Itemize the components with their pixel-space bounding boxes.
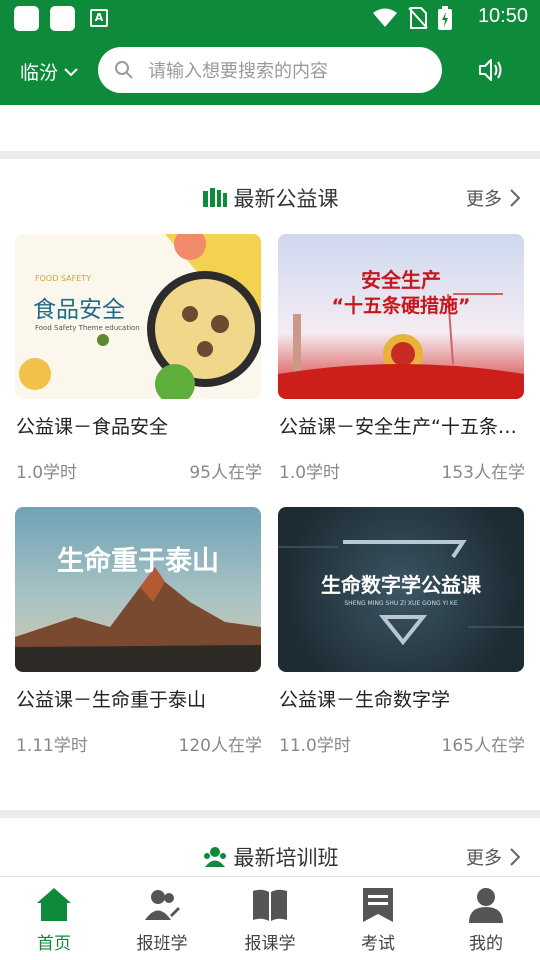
- course-title: 公益课－食品安全: [16, 416, 169, 438]
- nav-label: 考试: [361, 934, 395, 954]
- course-card[interactable]: FOOD SAFETY 食品安全 Food Safety Theme educa…: [15, 234, 262, 483]
- thumb-caption: FOOD SAFETY: [35, 274, 92, 283]
- user-icon: [469, 888, 503, 923]
- notification-a-icon: A: [90, 9, 108, 27]
- course-card[interactable]: 生命重于泰山 公益课－生命重于泰山 1.11学时 120人在学: [15, 507, 262, 756]
- course-title: 公益课－安全生产“十五条硬措施”: [279, 416, 525, 438]
- section-title: 最新培训班: [0, 842, 540, 872]
- thumb-caption: Food Safety Theme education: [35, 324, 140, 332]
- users-edit-icon: [145, 890, 180, 920]
- notification-icon: [14, 6, 39, 31]
- section-title: 最新公益课: [0, 183, 540, 213]
- app-screen: A 10:50 临汾 请输入想要搜索的内容 最新公益课 更多 FOOD SAFE…: [0, 0, 540, 960]
- thumb-title: 生命重于泰山: [57, 546, 219, 577]
- thumb-title: 食品安全: [33, 297, 125, 323]
- nav-label: 报班学: [136, 934, 188, 954]
- course-thumbnail: FOOD SAFETY 食品安全 Food Safety Theme educa…: [15, 234, 261, 399]
- course-learners: 153人在学: [441, 463, 525, 483]
- status-icons: [372, 6, 452, 30]
- chevron-right-icon: [510, 189, 520, 207]
- chevron-right-icon: [510, 848, 520, 866]
- nav-label: 我的: [469, 934, 503, 954]
- nav-enroll-course[interactable]: 报课学: [216, 877, 324, 960]
- course-card[interactable]: 生命数字学公益课 SHENG MING SHU ZI XUE GONG YI K…: [278, 507, 525, 756]
- course-card[interactable]: 安全生产 “十五条硬措施” 公益课－安全生产“十五条硬措施” 1.0学时 153…: [278, 234, 525, 483]
- course-meta: 1.0学时 95人在学: [16, 458, 262, 483]
- city-label: 临汾: [20, 62, 59, 84]
- course-thumbnail: 生命重于泰山: [15, 507, 261, 672]
- no-sim-icon: [408, 7, 428, 29]
- nav-exam[interactable]: 考试: [324, 877, 432, 960]
- section-header-training: 最新培训班 更多: [0, 836, 540, 876]
- search-icon: [115, 61, 133, 79]
- course-meta: 11.0学时 165人在学: [279, 731, 525, 756]
- course-learners: 120人在学: [178, 736, 262, 756]
- course-learners: 165人在学: [441, 736, 525, 756]
- group-icon: [203, 847, 226, 867]
- course-hours: 1.0学时: [16, 463, 78, 483]
- thumb-title: 生命数字学公益课: [321, 573, 481, 597]
- notification-icon: [50, 6, 75, 31]
- thumb-title: 安全生产: [361, 268, 441, 292]
- exam-icon: [363, 888, 393, 922]
- course-title: 公益课－生命数字学: [279, 689, 451, 711]
- speaker-icon[interactable]: [478, 57, 504, 83]
- course-hours: 11.0学时: [279, 736, 351, 756]
- nav-profile[interactable]: 我的: [432, 877, 540, 960]
- more-link[interactable]: 更多: [466, 844, 520, 870]
- battery-icon: [438, 6, 452, 30]
- thumb-title: “十五条硬措施”: [331, 295, 471, 317]
- section-divider: [0, 810, 540, 818]
- search-input[interactable]: 请输入想要搜索的内容: [98, 47, 442, 93]
- course-hours: 1.11学时: [16, 736, 88, 756]
- nav-home[interactable]: 首页: [0, 877, 108, 960]
- section-divider: [0, 151, 540, 159]
- status-bar: A 10:50: [0, 0, 540, 36]
- header: 临汾 请输入想要搜索的内容: [0, 36, 540, 105]
- section-title-text: 最新培训班: [233, 846, 339, 870]
- status-time: 10:50: [477, 5, 528, 27]
- book-icon: [253, 889, 287, 921]
- more-link[interactable]: 更多: [466, 185, 520, 211]
- chevron-down-icon: [64, 67, 78, 76]
- course-thumbnail: 安全生产 “十五条硬措施”: [278, 234, 524, 399]
- nav-enroll-class[interactable]: 报班学: [108, 877, 216, 960]
- search-placeholder: 请输入想要搜索的内容: [148, 61, 328, 82]
- nav-label: 首页: [37, 934, 71, 954]
- course-thumbnail: 生命数字学公益课 SHENG MING SHU ZI XUE GONG YI K…: [278, 507, 524, 672]
- course-meta: 1.0学时 153人在学: [279, 458, 525, 483]
- thumb-caption: SHENG MING SHU ZI XUE GONG YI KE: [344, 600, 458, 607]
- wifi-icon: [373, 8, 397, 27]
- mountain-image: [15, 567, 261, 672]
- home-icon: [37, 888, 71, 921]
- course-learners: 95人在学: [189, 463, 262, 483]
- course-hours: 1.0学时: [279, 463, 341, 483]
- books-icon: [202, 188, 227, 207]
- bottom-nav: 首页 报班学 报课学 考试 我的: [0, 876, 540, 960]
- nav-label: 报课学: [244, 934, 296, 954]
- top-bar: A 10:50 临汾 请输入想要搜索的内容: [0, 0, 540, 105]
- section-header-courses: 最新公益课 更多: [0, 177, 540, 217]
- course-title: 公益课－生命重于泰山: [16, 689, 207, 711]
- city-selector[interactable]: 临汾: [20, 58, 78, 85]
- section-title-text: 最新公益课: [233, 187, 339, 211]
- more-label: 更多: [466, 189, 502, 210]
- course-meta: 1.11学时 120人在学: [16, 731, 262, 756]
- more-label: 更多: [466, 848, 502, 869]
